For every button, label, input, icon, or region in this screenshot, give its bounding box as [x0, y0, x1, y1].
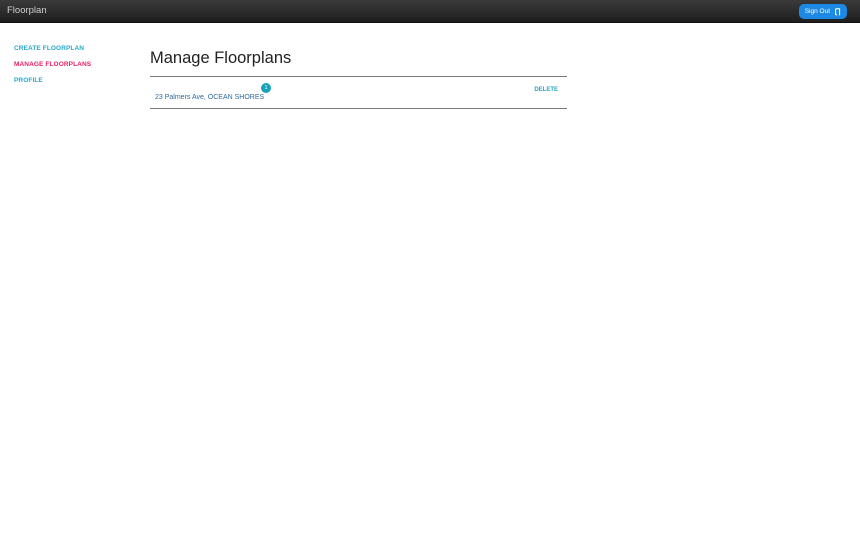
sign-out-button[interactable]: Sign Out [798, 4, 847, 19]
sidebar-item-profile[interactable]: PROFILE [14, 77, 91, 93]
sign-out-label: Sign Out [804, 8, 830, 15]
floorplan-list: 1 23 Palmers Ave, OCEAN SHORES DELETE [150, 76, 567, 109]
sidebar: CREATE FLOORPLAN MANAGE FLOORPLANS PROFI… [14, 45, 91, 93]
delete-button[interactable]: DELETE [534, 87, 558, 93]
top-navbar: Floorplan Sign Out [0, 0, 860, 23]
page-title: Manage Floorplans [150, 49, 292, 67]
floor-count-badge: 1 [261, 83, 271, 93]
sidebar-item-create-floorplan[interactable]: CREATE FLOORPLAN [14, 45, 91, 61]
sign-out-icon [835, 7, 841, 16]
app-brand[interactable]: Floorplan [7, 5, 47, 16]
sidebar-item-manage-floorplans[interactable]: MANAGE FLOORPLANS [14, 61, 91, 77]
floorplan-address-link[interactable]: 23 Palmers Ave, OCEAN SHORES [155, 94, 264, 101]
